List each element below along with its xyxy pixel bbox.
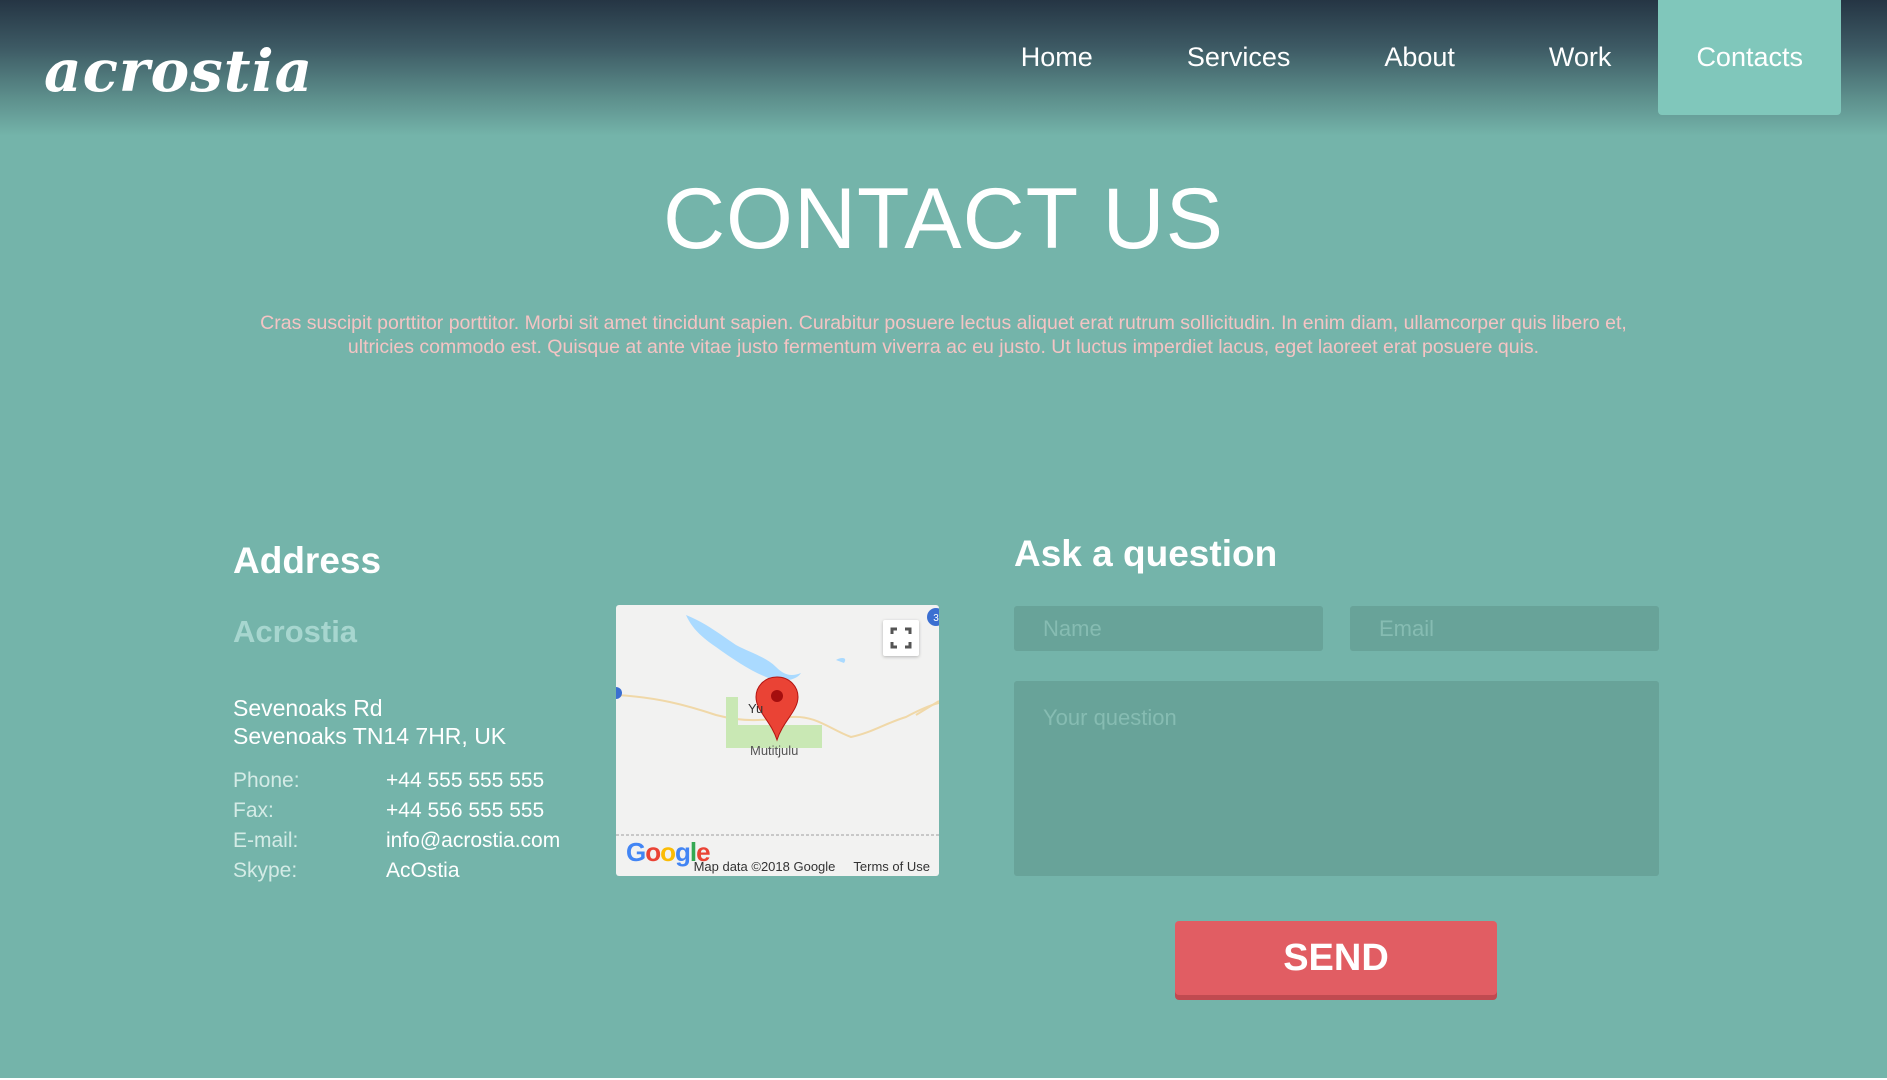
- fax-value: +44 556 555 555: [386, 799, 545, 822]
- nav-item-contacts[interactable]: Contacts: [1658, 0, 1841, 115]
- contact-page: acrostia Home Services About Work Contac…: [0, 0, 1887, 1078]
- road-branch: [915, 700, 939, 716]
- left-route-badge: [616, 687, 622, 699]
- email-field[interactable]: [1350, 606, 1659, 651]
- form-heading: Ask a question: [1014, 533, 1278, 574]
- map-attribution: Map data ©2018 Google Terms of Use: [616, 856, 939, 876]
- question-field[interactable]: [1014, 681, 1659, 876]
- nav-item-home[interactable]: Home: [974, 0, 1140, 115]
- contact-details: Phone: +44 555 555 555 Fax: +44 556 555 …: [233, 766, 593, 886]
- terms-of-use-link[interactable]: Terms of Use: [853, 859, 930, 874]
- company-name: Acrostia: [233, 614, 358, 649]
- nav-item-about[interactable]: About: [1337, 0, 1502, 115]
- skype-label: Skype:: [233, 859, 298, 882]
- send-button[interactable]: SEND: [1175, 921, 1497, 995]
- fax-label: Fax:: [233, 799, 274, 822]
- phone-value: +44 555 555 555: [386, 769, 545, 792]
- site-header: acrostia Home Services About Work Contac…: [0, 0, 1887, 136]
- skype-value: AcOstia: [386, 859, 460, 882]
- map-place-label-mutitjulu: Mutitjulu: [750, 743, 799, 758]
- contact-row-skype: Skype: AcOstia: [233, 856, 593, 886]
- lake-shape: [686, 615, 801, 681]
- contact-row-email: E-mail: info@acrostia.com: [233, 826, 593, 856]
- nav-item-services[interactable]: Services: [1140, 0, 1338, 115]
- fullscreen-icon[interactable]: [883, 620, 919, 656]
- map-place-label-yulara: Yu: [748, 701, 764, 716]
- street-address: Sevenoaks Rd Sevenoaks TN14 7HR, UK: [233, 694, 506, 750]
- address-heading: Address: [233, 540, 382, 581]
- nav-item-work[interactable]: Work: [1502, 0, 1659, 115]
- site-logo[interactable]: acrostia: [44, 42, 313, 100]
- main-nav: Home Services About Work Contacts: [974, 0, 1841, 115]
- page-title: CONTACT US: [662, 171, 1225, 267]
- email-value[interactable]: info@acrostia.com: [386, 829, 560, 853]
- lake-small: [836, 658, 846, 663]
- street-line-1: Sevenoaks Rd: [233, 695, 383, 721]
- location-map[interactable]: 3 Yu Mutitjulu Google Map data ©2018 Goo…: [616, 605, 939, 876]
- name-field[interactable]: [1014, 606, 1323, 651]
- street-line-2: Sevenoaks TN14 7HR, UK: [233, 723, 507, 749]
- map-data-text: Map data ©2018 Google: [693, 858, 836, 874]
- phone-label: Phone:: [233, 769, 300, 792]
- contact-row-phone: Phone: +44 555 555 555: [233, 766, 593, 796]
- intro-text: Cras suscipit porttitor porttitor. Morbi…: [260, 312, 1627, 358]
- contact-row-fax: Fax: +44 556 555 555: [233, 796, 593, 826]
- email-label: E-mail:: [233, 829, 299, 852]
- route-badge-text: 3: [933, 613, 939, 624]
